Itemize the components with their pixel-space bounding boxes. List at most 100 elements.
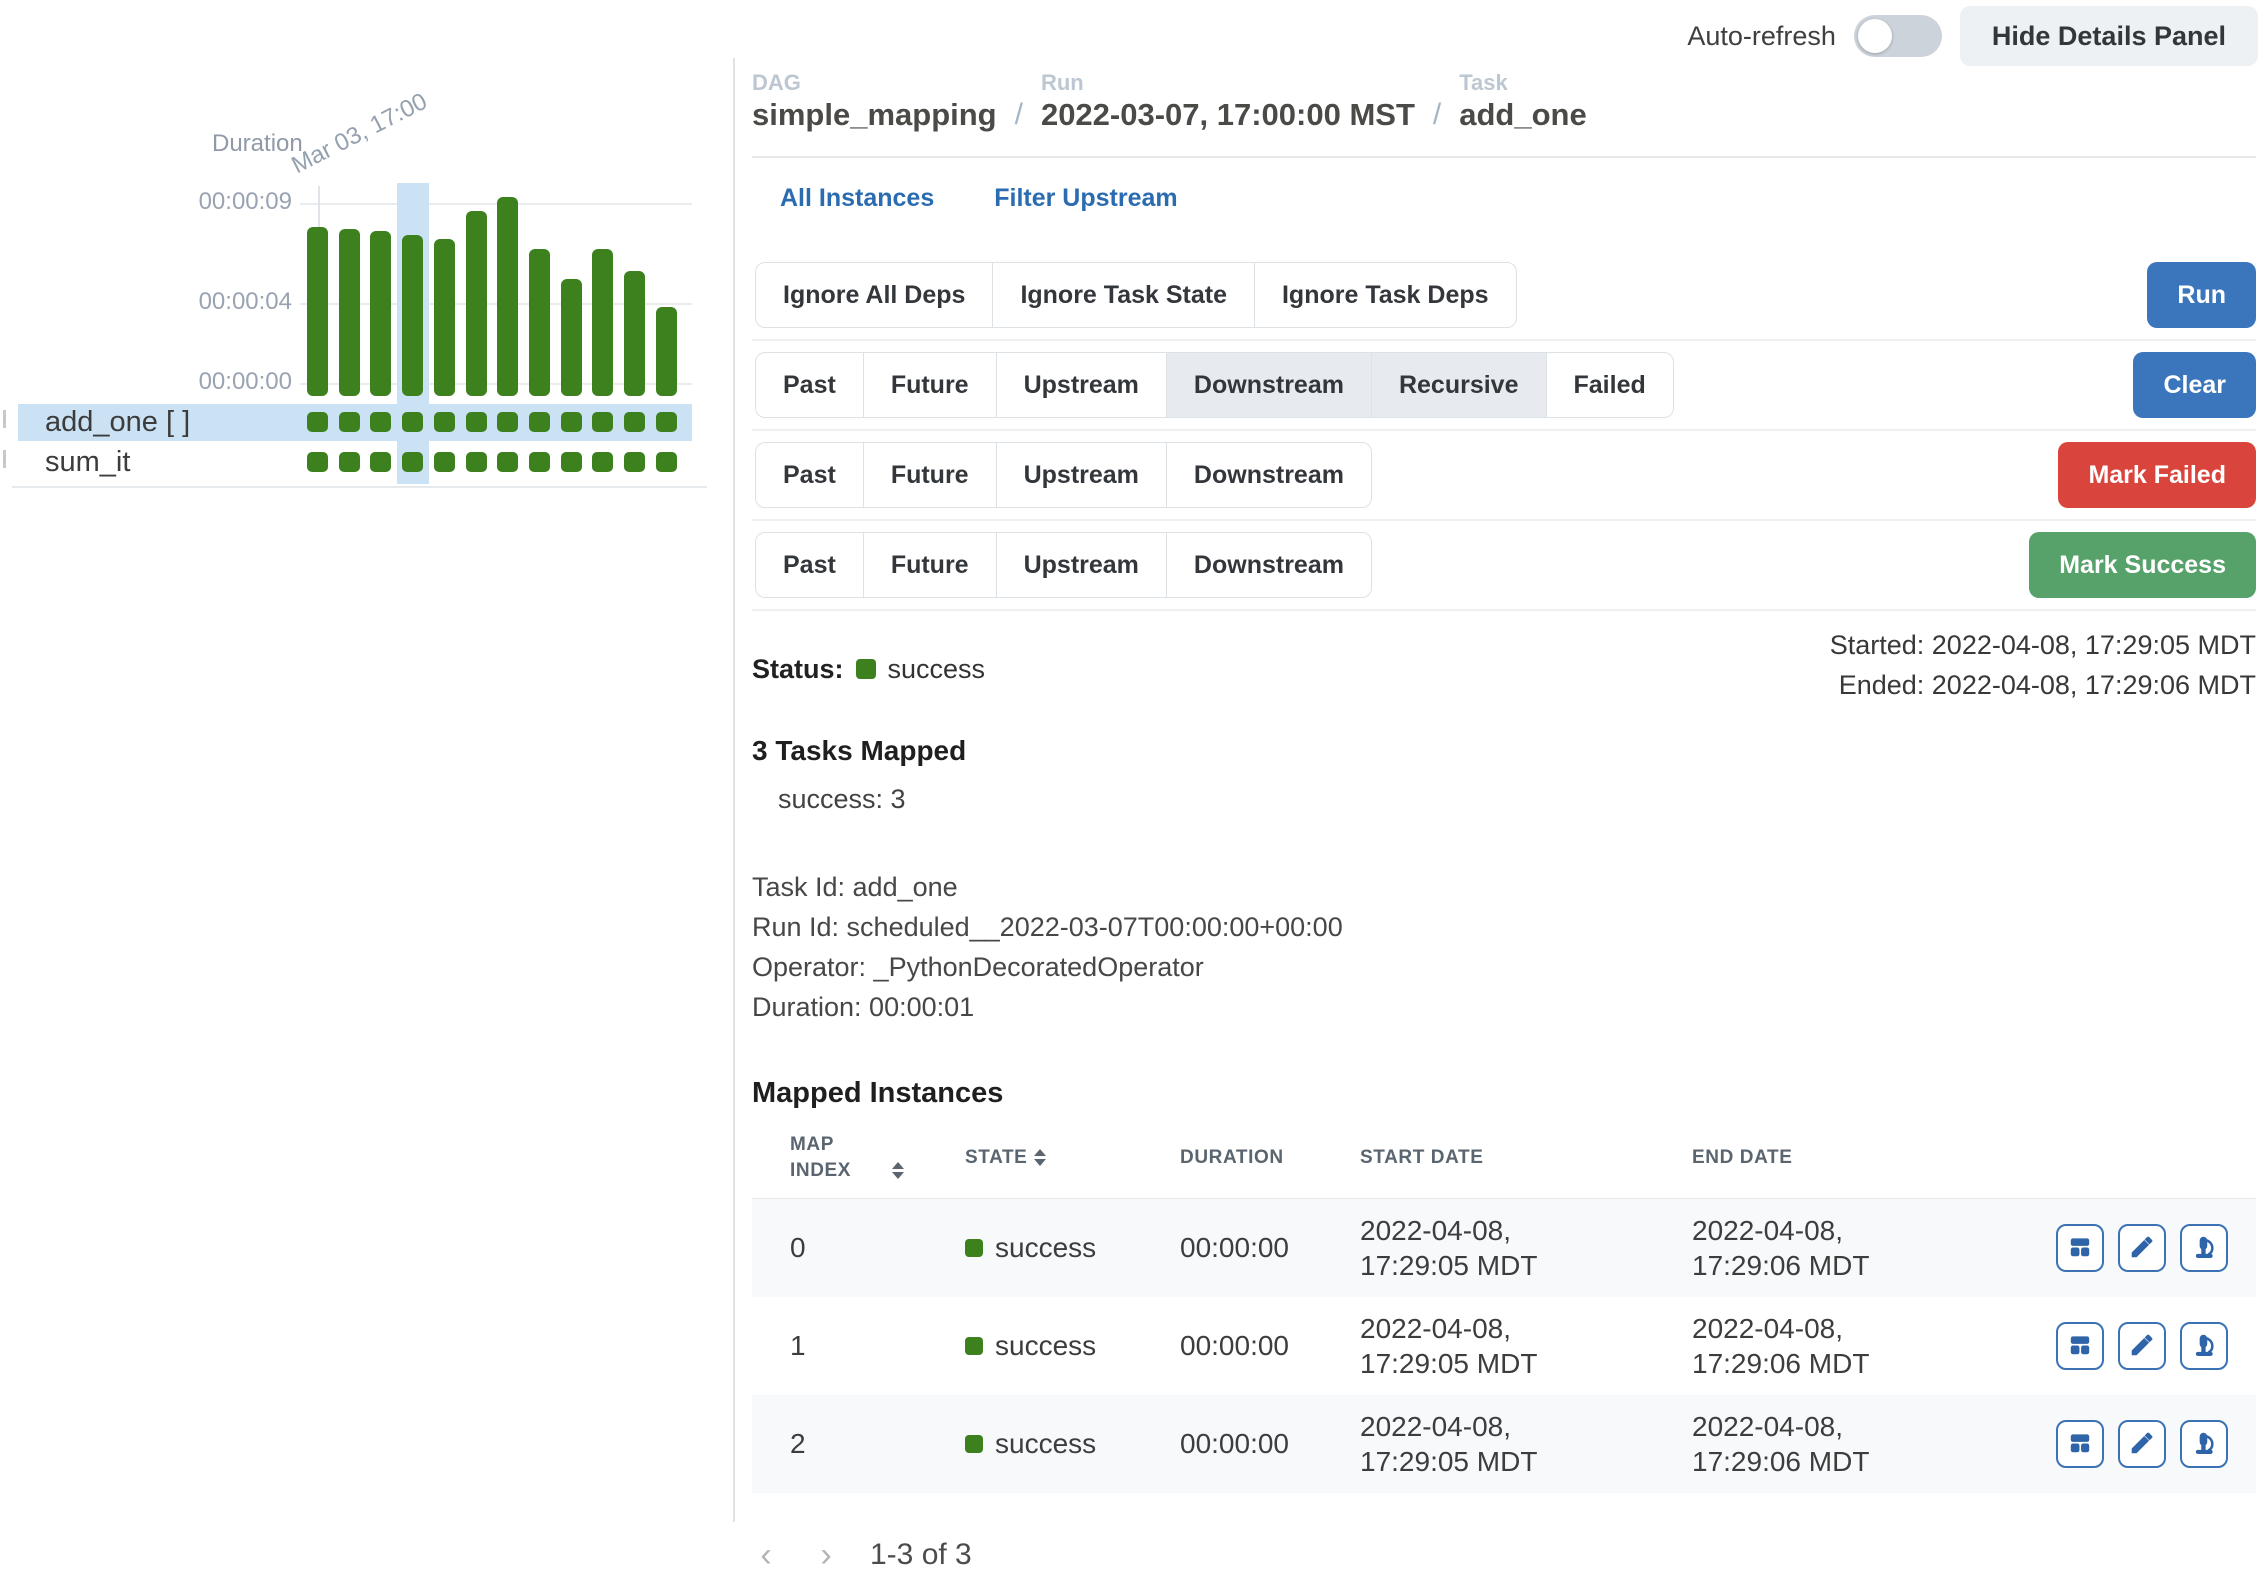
- mapped-counts: success: 3: [778, 779, 2256, 819]
- instance-log-button[interactable]: [2180, 1322, 2228, 1370]
- sort-icon: [892, 1162, 904, 1179]
- duration-bar[interactable]: [307, 227, 328, 396]
- pagination-prev-icon[interactable]: ‹: [752, 1536, 780, 1575]
- task-run-square-success[interactable]: [561, 412, 582, 432]
- duration-bar[interactable]: [656, 307, 677, 396]
- button-upstream[interactable]: Upstream: [996, 532, 1167, 598]
- task-run-square-success[interactable]: [370, 412, 391, 432]
- breadcrumb-item-task: Taskadd_one: [1459, 70, 1586, 134]
- button-past[interactable]: Past: [755, 532, 864, 598]
- task-run-square-success[interactable]: [434, 412, 455, 432]
- task-run-square-success[interactable]: [561, 452, 582, 472]
- button-downstream[interactable]: Downstream: [1166, 352, 1372, 418]
- pagination-next-icon[interactable]: ›: [812, 1536, 840, 1575]
- airflow-grid-screen: Auto-refresh Hide Details Panel Duration…: [0, 0, 2268, 1522]
- button-ignore-all-deps[interactable]: Ignore All Deps: [755, 262, 993, 328]
- instance-edit-button[interactable]: [2118, 1322, 2166, 1370]
- task-run-square-success[interactable]: [339, 452, 360, 472]
- instance-details-button[interactable]: [2056, 1224, 2104, 1272]
- button-ignore-task-deps[interactable]: Ignore Task Deps: [1254, 262, 1517, 328]
- cell-start-date: 2022-04-08, 17:29:05 MDT: [1360, 1409, 1600, 1479]
- button-downstream[interactable]: Downstream: [1166, 532, 1372, 598]
- task-run-square-success[interactable]: [307, 412, 328, 432]
- instance-log-button[interactable]: [2180, 1420, 2228, 1468]
- y-axis-tick-label: 00:00:04: [110, 288, 292, 316]
- task-run-square-success[interactable]: [339, 412, 360, 432]
- cell-end-date: 2022-04-08, 17:29:06 MDT: [1692, 1213, 1932, 1283]
- button-failed[interactable]: Failed: [1546, 352, 1674, 418]
- row-actions: [2022, 1420, 2256, 1468]
- instance-edit-button[interactable]: [2118, 1224, 2166, 1272]
- task-run-square-success[interactable]: [529, 452, 550, 472]
- breadcrumb-value-run[interactable]: 2022-03-07, 17:00:00 MST: [1041, 96, 1415, 134]
- task-run-square-success[interactable]: [497, 452, 518, 472]
- task-run-square-success[interactable]: [402, 412, 423, 432]
- breadcrumb-separator: /: [1431, 96, 1443, 134]
- button-recursive[interactable]: Recursive: [1371, 352, 1547, 418]
- duration-bar[interactable]: [434, 239, 455, 396]
- task-run-square-success[interactable]: [656, 452, 677, 472]
- duration-bar[interactable]: [497, 197, 518, 396]
- run-button[interactable]: Run: [2147, 262, 2256, 328]
- task-run-square-success[interactable]: [624, 412, 645, 432]
- column-header-start-date: START DATE: [1360, 1145, 1692, 1171]
- task-row-label-sum-it[interactable]: sum_it: [45, 446, 130, 479]
- button-upstream[interactable]: Upstream: [996, 442, 1167, 508]
- run-date-label: Mar 03, 17:00: [287, 69, 469, 180]
- task-run-square-success[interactable]: [370, 452, 391, 472]
- mapped-count: success: 3: [778, 779, 2256, 819]
- cell-state: success: [965, 1232, 1180, 1264]
- hide-details-panel-button[interactable]: Hide Details Panel: [1960, 6, 2258, 66]
- button-upstream[interactable]: Upstream: [996, 352, 1167, 418]
- duration-chart: [307, 180, 707, 396]
- link-all-instances[interactable]: All Instances: [780, 184, 934, 213]
- table-row: 0success00:00:002022-04-08, 17:29:05 MDT…: [752, 1199, 2256, 1297]
- details-panel: DAGsimple_mapping/Run2022-03-07, 17:00:0…: [752, 70, 2256, 1577]
- task-run-square-success[interactable]: [402, 452, 423, 472]
- instance-details-button[interactable]: [2056, 1322, 2104, 1370]
- duration-bar[interactable]: [466, 211, 487, 396]
- column-header-map-index[interactable]: MAP INDEX: [790, 1132, 965, 1184]
- duration-bar[interactable]: [561, 279, 582, 396]
- mark-success-button[interactable]: Mark Success: [2029, 532, 2256, 598]
- duration-bar[interactable]: [624, 271, 645, 396]
- table-row: 1success00:00:002022-04-08, 17:29:05 MDT…: [752, 1297, 2256, 1395]
- button-past[interactable]: Past: [755, 442, 864, 508]
- panel-divider[interactable]: [733, 58, 735, 1522]
- button-past[interactable]: Past: [755, 352, 864, 418]
- button-future[interactable]: Future: [863, 442, 997, 508]
- link-filter-upstream[interactable]: Filter Upstream: [994, 184, 1177, 213]
- duration-bar[interactable]: [339, 229, 360, 396]
- duration-bar[interactable]: [592, 249, 613, 396]
- cell-duration: 00:00:00: [1180, 1330, 1360, 1362]
- button-future[interactable]: Future: [863, 352, 997, 418]
- mark-failed-button[interactable]: Mark Failed: [2058, 442, 2256, 508]
- task-run-square-success[interactable]: [466, 452, 487, 472]
- task-run-square-success[interactable]: [592, 412, 613, 432]
- instance-log-button[interactable]: [2180, 1224, 2228, 1272]
- task-run-square-success[interactable]: [656, 412, 677, 432]
- button-future[interactable]: Future: [863, 532, 997, 598]
- duration-bar[interactable]: [529, 249, 550, 396]
- task-run-square-success[interactable]: [466, 412, 487, 432]
- task-row-label-add-one[interactable]: add_one [ ]: [45, 406, 190, 439]
- auto-refresh-toggle[interactable]: [1854, 15, 1942, 57]
- button-ignore-task-state[interactable]: Ignore Task State: [992, 262, 1255, 328]
- instance-details-button[interactable]: [2056, 1420, 2104, 1468]
- task-run-square-success[interactable]: [434, 452, 455, 472]
- task-run-square-success[interactable]: [529, 412, 550, 432]
- instance-edit-button[interactable]: [2118, 1420, 2166, 1468]
- action-rows: Ignore All DepsIgnore Task StateIgnore T…: [752, 261, 2256, 611]
- task-run-square-success[interactable]: [592, 452, 613, 472]
- task-run-square-success[interactable]: [307, 452, 328, 472]
- duration-bar[interactable]: [402, 235, 423, 396]
- breadcrumb-value-dag[interactable]: simple_mapping: [752, 96, 997, 134]
- state-success-square-icon: [965, 1239, 983, 1257]
- meta-line: Run Id: scheduled__2022-03-07T00:00:00+0…: [752, 907, 2256, 947]
- task-run-square-success[interactable]: [624, 452, 645, 472]
- duration-bar[interactable]: [370, 231, 391, 396]
- clear-button[interactable]: Clear: [2133, 352, 2256, 418]
- column-header-state[interactable]: STATE: [965, 1145, 1180, 1171]
- task-run-square-success[interactable]: [497, 412, 518, 432]
- button-downstream[interactable]: Downstream: [1166, 442, 1372, 508]
